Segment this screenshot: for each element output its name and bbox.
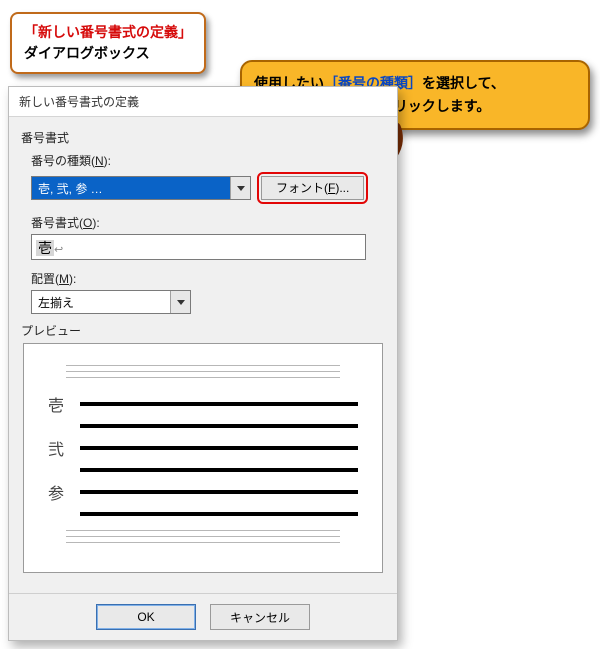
alignment-dropdown[interactable]: 左揃え	[31, 290, 191, 314]
preview-box: 壱 弐 参	[23, 343, 383, 573]
alignment-label: 配置(M):	[31, 270, 385, 287]
dialog-title: 新しい番号書式の定義	[9, 87, 397, 117]
preview-label: プレビュー	[21, 322, 385, 339]
ok-button[interactable]: OK	[96, 604, 196, 630]
dialog-body: 番号書式 番号の種類(N): 壱, 弐, 参 … フォント(F)...	[9, 117, 397, 593]
number-format-value: 壱	[36, 240, 54, 256]
number-type-dropdown[interactable]: 壱, 弐, 参 …	[31, 176, 251, 200]
preview-row: 壱	[48, 392, 358, 416]
balloon-text: を選択して、	[422, 75, 505, 91]
chevron-down-icon	[177, 300, 185, 305]
alignment-value: 左揃え	[32, 291, 170, 313]
balloon-text: します。	[436, 98, 491, 114]
font-button[interactable]: フォント(F)...	[261, 176, 364, 200]
preview-char: 参	[48, 480, 66, 504]
number-format-input[interactable]: 壱↩	[31, 234, 366, 260]
annotation-callout: 「新しい番号書式の定義」 ダイアログボックス	[10, 12, 206, 74]
paragraph-mark-icon: ↩	[54, 244, 63, 256]
highlight-ring: フォント(F)...	[257, 172, 368, 204]
preview-char: 壱	[48, 392, 66, 416]
cancel-button[interactable]: キャンセル	[210, 604, 310, 630]
annotation-subtitle: ダイアログボックス	[24, 43, 192, 64]
number-type-value: 壱, 弐, 参 …	[32, 177, 230, 199]
group-label: 番号書式	[21, 129, 385, 146]
define-number-format-dialog: 新しい番号書式の定義 番号書式 番号の種類(N): 壱, 弐, 参 … フォント…	[8, 86, 398, 641]
preview-char: 弐	[48, 436, 66, 460]
preview-row: 参	[48, 480, 358, 504]
number-format-label: 番号書式(O):	[31, 214, 385, 231]
dropdown-button[interactable]	[230, 177, 250, 199]
number-type-label: 番号の種類(N):	[31, 152, 385, 169]
chevron-down-icon	[237, 186, 245, 191]
dropdown-button[interactable]	[170, 291, 190, 313]
dialog-footer: OK キャンセル	[9, 593, 397, 640]
preview-row: 弐	[48, 436, 358, 460]
annotation-title: 「新しい番号書式の定義」	[24, 22, 192, 43]
